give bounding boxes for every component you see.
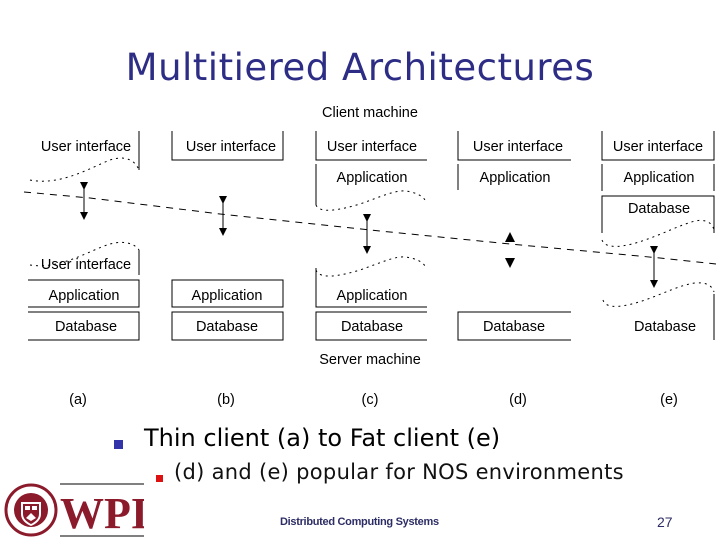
- tier-box-db: Database: [628, 201, 690, 217]
- tier-box-app: Application: [337, 170, 408, 186]
- sub-bullet-marker-icon: [156, 475, 163, 482]
- server-machine-label: Server machine: [319, 352, 421, 368]
- tier-box-ui: User interface: [41, 257, 131, 273]
- config-label: (a): [69, 392, 87, 408]
- slide-footer: Distributed Computing Systems: [280, 516, 439, 528]
- tier-box-ui: User interface: [613, 139, 703, 155]
- config-label: (e): [660, 392, 678, 408]
- bullet-text-main: Thin client (a) to Fat client (e): [144, 424, 501, 452]
- config-b: User interface Application Database (b): [171, 131, 284, 408]
- wpi-logo-text: WPI: [60, 489, 144, 538]
- config-a: User interface User interface Applicatio…: [28, 131, 140, 408]
- tier-box-app: Application: [480, 170, 551, 186]
- config-d: User interface Application Database (d): [457, 131, 571, 408]
- page-number: 27: [657, 514, 673, 530]
- config-label: (d): [509, 392, 527, 408]
- arrow-up-icon: [505, 232, 515, 242]
- tier-box-app: Application: [49, 288, 120, 304]
- multitier-diagram: Client machine Server machine User inter…: [23, 105, 717, 408]
- tier-box-db: Database: [341, 319, 403, 335]
- tier-box-db: Database: [634, 319, 696, 335]
- config-label: (c): [362, 392, 379, 408]
- client-server-divider: [23, 191, 717, 265]
- bullet-marker-icon: [114, 440, 123, 449]
- tier-box-db: Database: [55, 319, 117, 335]
- tier-box-app: Application: [624, 170, 695, 186]
- config-e: User interface Application Database Data…: [601, 131, 715, 408]
- tier-box-app: Application: [192, 288, 263, 304]
- tier-box-db: Database: [483, 319, 545, 335]
- bullet-text-sub: (d) and (e) popular for NOS environments: [174, 460, 624, 484]
- tier-box-ui: User interface: [327, 139, 417, 155]
- wpi-logo: WPI: [4, 483, 144, 538]
- tier-box-ui: User interface: [186, 139, 276, 155]
- tier-box-app: Application: [337, 288, 408, 304]
- tier-box-db: Database: [196, 319, 258, 335]
- tier-box-ui: User interface: [473, 139, 563, 155]
- config-label: (b): [217, 392, 235, 408]
- tier-box-ui: User interface: [41, 139, 131, 155]
- arrow-down-icon: [505, 258, 515, 268]
- client-machine-label: Client machine: [322, 105, 418, 121]
